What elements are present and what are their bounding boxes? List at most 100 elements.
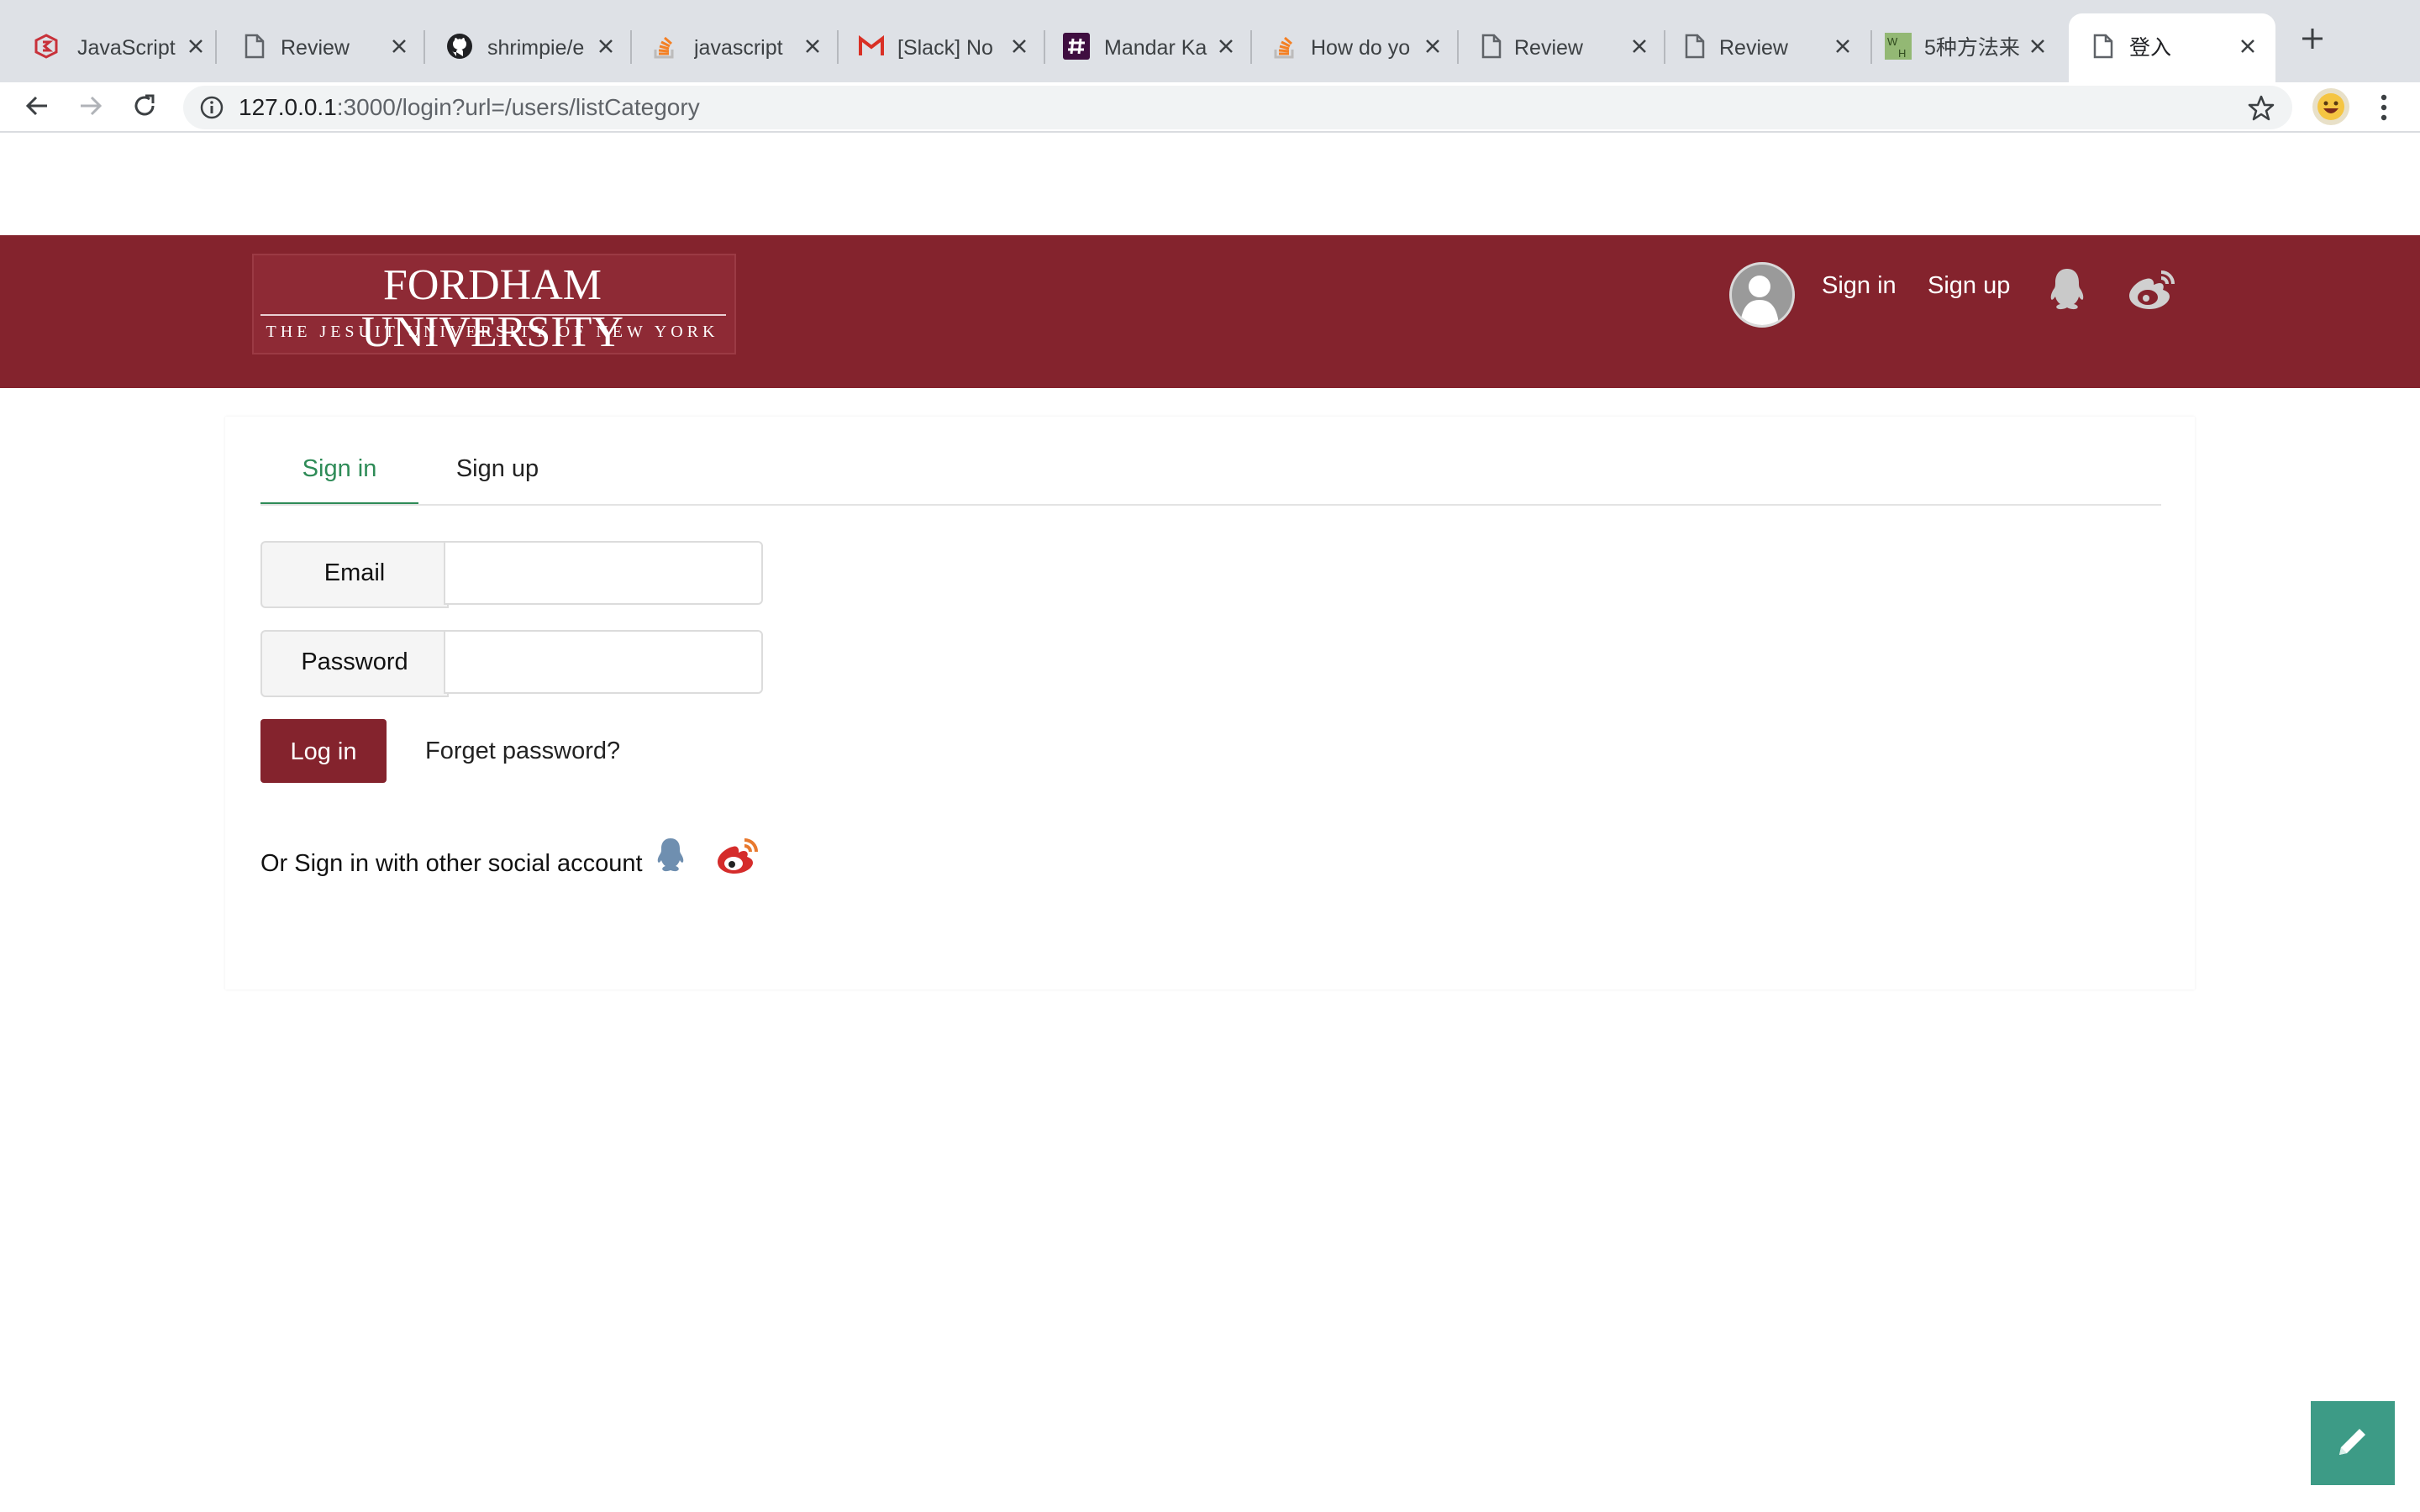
browser-tab[interactable]: javascript	[634, 13, 839, 82]
close-icon[interactable]	[183, 34, 208, 59]
password-input[interactable]	[444, 630, 763, 694]
tab-separator	[1044, 30, 1045, 64]
user-avatar-icon[interactable]	[1729, 262, 1795, 328]
plus-icon	[2302, 28, 2323, 54]
tab-label: 5种方法来	[1924, 36, 2020, 60]
wikihow-icon: WH	[1884, 32, 1912, 60]
header-signin-link[interactable]: Sign in	[1822, 269, 1897, 302]
tab-label: Review	[1514, 36, 1583, 60]
reload-icon	[132, 93, 157, 123]
tab-label: [Slack] No	[897, 36, 993, 60]
tab-separator	[424, 30, 425, 64]
site-header: FORDHAM UNIVERSITY THE JESUIT UNIVERSITY…	[0, 235, 2420, 388]
login-card: Sign in Sign up Email Password Log in Fo…	[225, 417, 2195, 990]
close-icon[interactable]	[1213, 34, 1239, 59]
svg-text:H: H	[1898, 47, 1906, 60]
weibo-icon[interactable]	[2126, 267, 2175, 311]
stackoverflow-icon	[650, 32, 679, 60]
tab-signup[interactable]: Sign up	[437, 444, 558, 502]
tabs-divider	[260, 504, 2161, 506]
close-icon[interactable]	[2025, 34, 2050, 59]
document-icon	[2089, 32, 2118, 60]
gmail-icon	[857, 32, 886, 60]
logo-divider	[260, 314, 726, 316]
tab-signin[interactable]: Sign in	[260, 444, 418, 506]
info-icon[interactable]	[198, 94, 225, 121]
close-icon[interactable]	[1627, 34, 1652, 59]
password-label: Password	[260, 630, 449, 697]
browser-tab[interactable]: How do yo	[1254, 13, 1459, 82]
kebab-menu-icon[interactable]	[2371, 89, 2396, 126]
browser-tab[interactable]: Review	[1667, 13, 1872, 82]
login-button[interactable]: Log in	[260, 719, 387, 783]
browser-tab[interactable]: JavaScript	[15, 13, 217, 82]
new-tab-button[interactable]	[2296, 24, 2329, 57]
arrow-right-icon	[78, 93, 103, 123]
close-icon[interactable]	[1830, 34, 1855, 59]
header-signup-link[interactable]: Sign up	[1928, 269, 2010, 302]
close-icon[interactable]	[593, 34, 618, 59]
document-icon	[1681, 32, 1709, 60]
logo-title: FORDHAM UNIVERSITY	[361, 261, 623, 356]
tab-separator	[630, 30, 632, 64]
qq-icon[interactable]	[654, 837, 697, 879]
tab-separator	[1250, 30, 1252, 64]
emoji-face-icon	[2317, 93, 2344, 120]
browser-tab[interactable]: Mandar Ka	[1047, 13, 1252, 82]
stackoverflow-icon	[1270, 32, 1299, 60]
document-icon	[1477, 32, 1506, 60]
document-icon	[240, 32, 269, 60]
tab-label: Review	[1719, 36, 1788, 60]
tab-label: Mandar Ka	[1104, 36, 1207, 60]
back-button[interactable]	[15, 86, 59, 129]
email-input[interactable]	[444, 541, 763, 605]
tab-separator	[837, 30, 839, 64]
tab-label: Review	[281, 36, 350, 60]
tab-separator	[215, 30, 217, 64]
edit-fab-button[interactable]	[2311, 1401, 2395, 1485]
browser-tab[interactable]: Review	[1460, 13, 1665, 82]
close-icon[interactable]	[1007, 34, 1032, 59]
logo-subtitle: THE JESUIT UNIVERSITY OF NEW YORK	[266, 323, 719, 341]
tab-separator	[1664, 30, 1665, 64]
address-bar[interactable]: 127.0.0.1:3000/login?url=/users/listCate…	[183, 86, 2292, 129]
weibo-icon[interactable]	[714, 837, 758, 879]
password-field-group: Password	[260, 630, 763, 697]
qq-icon[interactable]	[2044, 267, 2091, 311]
profile-avatar[interactable]	[2312, 88, 2349, 125]
slack-icon	[1062, 32, 1091, 60]
browser-tab[interactable]: Review	[220, 13, 425, 82]
browser-toolbar: 127.0.0.1:3000/login?url=/users/listCate…	[0, 82, 2420, 133]
browser-tab-strip: JavaScript Review shrimpie/e javascript	[0, 0, 2420, 82]
browser-tab-active[interactable]: 登入	[2069, 13, 2275, 82]
tab-label: 登入	[2129, 36, 2172, 60]
close-icon[interactable]	[1420, 34, 1445, 59]
close-icon[interactable]	[387, 34, 412, 59]
tab-label: shrimpie/e	[487, 36, 585, 60]
email-field-group: Email	[260, 541, 763, 608]
url-host: 127.0.0.1	[239, 94, 337, 120]
pencil-icon	[2334, 1423, 2371, 1464]
browser-tab[interactable]: WH 5种方法来	[1872, 13, 2067, 82]
forgot-password-link[interactable]: Forget password?	[425, 734, 620, 768]
address-url[interactable]: 127.0.0.1:3000/login?url=/users/listCate…	[239, 86, 700, 129]
close-icon[interactable]	[2235, 34, 2260, 59]
social-login-text: Or Sign in with other social account	[260, 850, 643, 877]
tab-separator	[1457, 30, 1459, 64]
forward-button[interactable]	[69, 86, 113, 129]
tab-label: javascript	[694, 36, 783, 60]
js-tutorial-icon	[32, 32, 60, 60]
tab-label: How do yo	[1311, 36, 1411, 60]
star-icon[interactable]	[2247, 94, 2275, 123]
reload-button[interactable]	[123, 86, 166, 129]
svg-text:W: W	[1887, 35, 1898, 48]
browser-tab[interactable]: [Slack] No	[840, 13, 1045, 82]
tab-label: JavaScript	[77, 36, 176, 60]
fordham-logo[interactable]: FORDHAM UNIVERSITY THE JESUIT UNIVERSITY…	[252, 254, 736, 356]
url-path: :3000/login?url=/users/listCategory	[336, 94, 700, 120]
browser-tab[interactable]: shrimpie/e	[427, 13, 632, 82]
arrow-left-icon	[24, 93, 50, 123]
close-icon[interactable]	[800, 34, 825, 59]
github-icon	[445, 32, 474, 60]
email-label: Email	[260, 541, 449, 608]
